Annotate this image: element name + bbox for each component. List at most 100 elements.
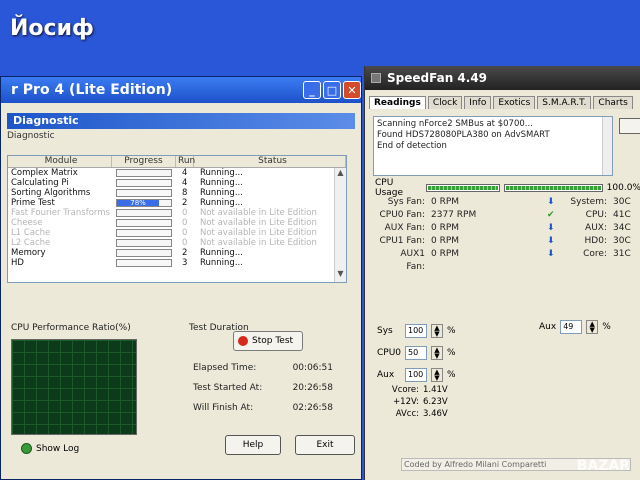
voltage-readings: Vcore: 1.41V +12V: 6.23V AVcc: 3.46V bbox=[381, 384, 448, 420]
module-progress bbox=[112, 218, 176, 228]
progress-bar bbox=[116, 259, 172, 267]
temp-row: ⬇ HD0: 30C bbox=[547, 235, 631, 248]
col-status[interactable]: Status bbox=[194, 156, 346, 167]
temp-value: 30C bbox=[613, 197, 631, 207]
perf-panel: CPU Performance Ratio(%) bbox=[11, 323, 181, 441]
scroll-down-icon[interactable]: ▼ bbox=[335, 269, 346, 278]
progress-bar bbox=[116, 189, 172, 197]
module-status: Not available in Lite Edition bbox=[200, 238, 317, 248]
module-progress bbox=[112, 228, 176, 238]
elapsed-label: Elapsed Time: bbox=[193, 363, 257, 373]
close-icon: ✕ bbox=[347, 83, 357, 97]
table-row[interactable]: Calculating Pi 4 Running... bbox=[8, 178, 346, 188]
tab-smart[interactable]: S.M.A.R.T. bbox=[537, 96, 592, 109]
speed-row-cpu0: CPU0 50 ▲ ▼ % bbox=[377, 346, 456, 360]
cpu-usage-bar-2 bbox=[503, 184, 603, 192]
arrow-down-icon: ⬇ bbox=[547, 223, 555, 233]
stop-test-button[interactable]: Stop Test bbox=[233, 331, 303, 351]
module-run: 4 bbox=[182, 168, 188, 178]
table-row[interactable]: Cheese 0 Not available in Lite Edition bbox=[8, 218, 346, 228]
detection-log[interactable]: Scanning nForce2 SMBus at $0700... Found… bbox=[373, 116, 613, 176]
fan-label: AUX Fan: bbox=[384, 223, 425, 233]
log-line: End of detection bbox=[377, 141, 447, 151]
fan-value: 0 RPM bbox=[431, 249, 460, 259]
grid-rows: Complex Matrix 4 Running... Calculating Pi 4… bbox=[8, 168, 346, 268]
fan-speed-controls: Sys 100 ▲ ▼ % CPU0 50 ▲ ▼ % Aux 100 ▲ ▼ % bbox=[377, 324, 456, 390]
temp-value: 31C bbox=[613, 249, 631, 259]
table-row[interactable]: Memory 2 Running... bbox=[8, 248, 346, 258]
col-run[interactable]: Run bbox=[176, 156, 195, 167]
tab-readings[interactable]: Readings bbox=[369, 96, 426, 109]
log-line: Scanning nForce2 SMBus at $0700... bbox=[377, 119, 533, 129]
table-row[interactable]: Fast Fourier Transforms 0 Not available in… bbox=[8, 208, 346, 218]
table-row[interactable]: Sorting Algorithms 8 Running... bbox=[8, 188, 346, 198]
module-progress bbox=[112, 188, 176, 198]
module-name: L2 Cache bbox=[11, 238, 51, 248]
close-button[interactable]: ✕ bbox=[343, 81, 361, 99]
arrow-down-icon: ⬇ bbox=[547, 197, 555, 207]
spin-arrows-icon[interactable]: ▲ ▼ bbox=[431, 346, 443, 360]
module-name: Sorting Algorithms bbox=[11, 188, 91, 198]
temp-value: 30C bbox=[613, 236, 631, 246]
grid-scrollbar[interactable]: ▲ ▼ bbox=[334, 168, 346, 282]
fan-value: 0 RPM bbox=[431, 223, 460, 233]
temp-label: HD0: bbox=[584, 236, 607, 246]
speed-input[interactable]: 100 bbox=[405, 324, 427, 338]
tab-exotics[interactable]: Exotics bbox=[493, 96, 536, 109]
perf-label: CPU Performance Ratio(%) bbox=[11, 323, 131, 333]
spin-arrows-icon[interactable]: ▲ ▼ bbox=[431, 368, 443, 382]
table-row[interactable]: Prime Test 78% 2 Running... bbox=[8, 198, 346, 208]
table-row[interactable]: L1 Cache 0 Not available in Lite Edition bbox=[8, 228, 346, 238]
side-button[interactable] bbox=[619, 118, 640, 134]
watermark-corner: BAZAR bbox=[576, 458, 630, 474]
elapsed-value: 00:06:51 bbox=[292, 363, 333, 373]
module-progress bbox=[112, 168, 176, 178]
speedfan-titlebar[interactable]: SpeedFan 4.49 bbox=[365, 66, 640, 90]
module-grid[interactable]: Module Progress Run Status Complex Matri… bbox=[7, 155, 347, 283]
volt-label: +12V: bbox=[393, 397, 419, 407]
temp-value: 34C bbox=[613, 223, 631, 233]
table-row[interactable]: Complex Matrix 4 Running... bbox=[8, 168, 346, 178]
speed-unit: % bbox=[447, 348, 456, 358]
fan-row: Sys Fan: 0 RPM bbox=[379, 196, 476, 209]
col-progress[interactable]: Progress bbox=[112, 156, 176, 167]
speed-input[interactable]: 100 bbox=[405, 368, 427, 382]
log-scrollbar[interactable] bbox=[602, 117, 612, 175]
module-status: Not available in Lite Edition bbox=[200, 228, 317, 238]
volt-value: 1.41V bbox=[423, 385, 448, 395]
spin-arrows-icon[interactable]: ▲ ▼ bbox=[431, 324, 443, 338]
tab-clock[interactable]: Clock bbox=[427, 96, 463, 109]
speed-label: Sys bbox=[377, 326, 393, 336]
table-row[interactable]: L2 Cache 0 Not available in Lite Edition bbox=[8, 238, 346, 248]
module-status: Running... bbox=[200, 168, 243, 178]
diagnostic-titlebar[interactable]: r Pro 4 (Lite Edition) _ □ ✕ bbox=[1, 77, 361, 103]
progress-bar: 78% bbox=[116, 199, 172, 207]
speed-input[interactable]: 50 bbox=[405, 346, 427, 360]
minimize-button[interactable]: _ bbox=[303, 81, 321, 99]
tab-info[interactable]: Info bbox=[464, 96, 492, 109]
module-run: 2 bbox=[182, 198, 188, 208]
volt-label: Vcore: bbox=[391, 385, 419, 395]
help-button[interactable]: Help bbox=[225, 435, 281, 455]
fan-row: AUX Fan: 0 RPM bbox=[379, 222, 476, 235]
aux-right-input[interactable]: 49 bbox=[560, 320, 583, 334]
volt-label: AVcc: bbox=[395, 409, 419, 419]
scroll-up-icon[interactable]: ▲ bbox=[335, 168, 346, 177]
spin-arrows-icon[interactable]: ▲ ▼ bbox=[586, 320, 599, 334]
module-run: 0 bbox=[182, 228, 188, 238]
temp-row: ⬇ System: 30C bbox=[547, 196, 631, 209]
col-module[interactable]: Module bbox=[8, 156, 112, 167]
diagnostic-banner: Diagnostic bbox=[7, 113, 355, 129]
show-log-label: Show Log bbox=[36, 443, 80, 454]
module-progress: 78% bbox=[112, 198, 176, 208]
tab-charts[interactable]: Charts bbox=[593, 96, 633, 109]
table-row[interactable]: HD 3 Running... bbox=[8, 258, 346, 268]
module-run: 0 bbox=[182, 208, 188, 218]
maximize-button[interactable]: □ bbox=[323, 81, 341, 99]
show-log-option[interactable]: Show Log bbox=[21, 443, 79, 454]
exit-button[interactable]: Exit bbox=[295, 435, 355, 455]
temp-label: Core: bbox=[583, 249, 607, 259]
speed-row-aux: Aux 100 ▲ ▼ % bbox=[377, 368, 456, 382]
progress-bar bbox=[116, 229, 172, 237]
module-name: Complex Matrix bbox=[11, 168, 78, 178]
